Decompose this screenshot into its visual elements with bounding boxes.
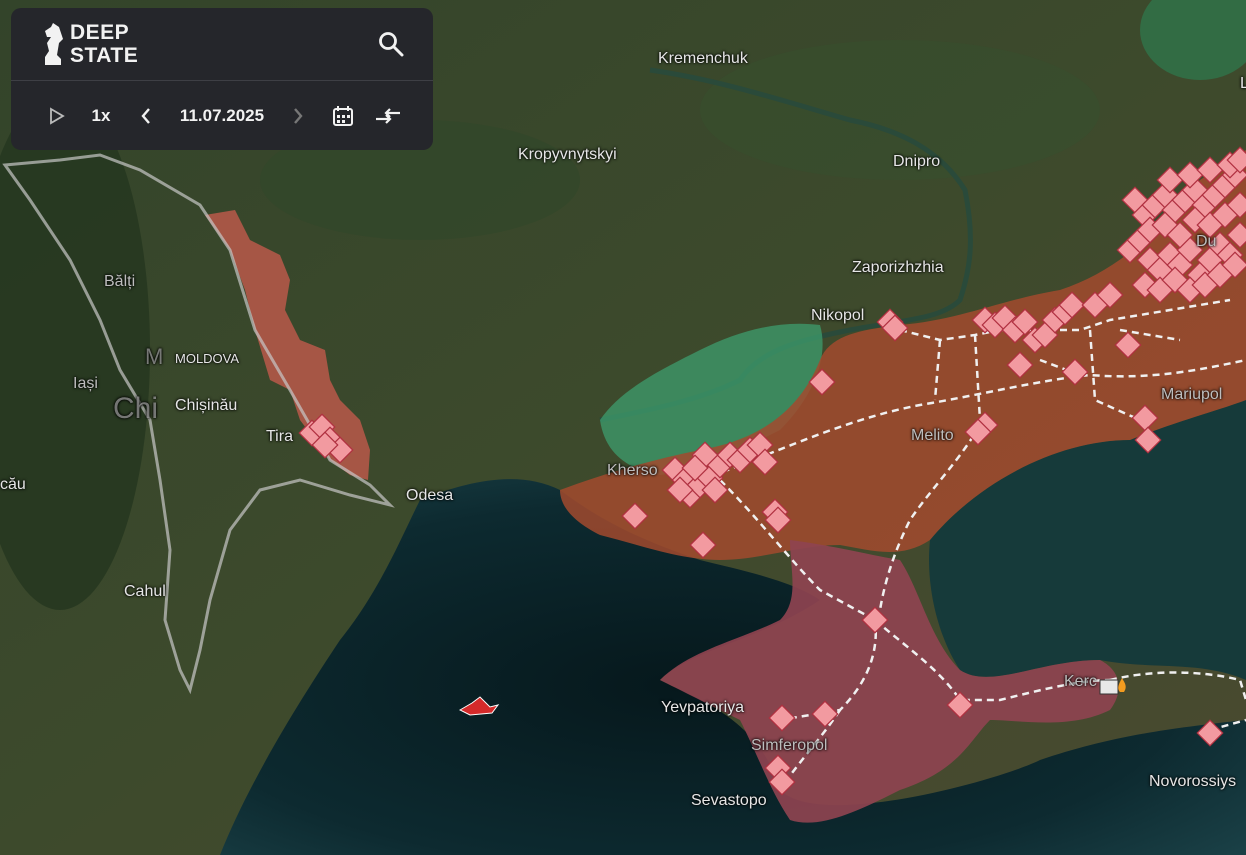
play-button[interactable] bbox=[45, 96, 69, 136]
city-label-yevpatoriya: Yevpatoriya bbox=[661, 699, 745, 716]
city-label-chi-large: Chi bbox=[113, 392, 159, 425]
compare-button[interactable] bbox=[373, 96, 403, 136]
city-label-chisinau: Chișinău bbox=[175, 397, 238, 414]
deepstate-logo[interactable]: DEEP STATE bbox=[70, 21, 138, 67]
city-label-kerch: Kerc bbox=[1064, 673, 1097, 690]
city-label-dnipro: Dnipro bbox=[893, 153, 941, 170]
logo-line-2: STATE bbox=[70, 44, 139, 67]
city-label-odesa: Odesa bbox=[406, 487, 454, 504]
chevron-right-icon bbox=[294, 108, 303, 124]
city-label-du: Du bbox=[1196, 233, 1217, 250]
logo-line-1: DEEP bbox=[70, 21, 130, 44]
country-label-moldova: MOLDOVA bbox=[175, 351, 240, 366]
city-label-nikopol: Nikopol bbox=[811, 307, 865, 324]
city-label-balti: Bălți bbox=[104, 273, 136, 290]
calendar-icon bbox=[333, 106, 353, 126]
timeline-controls: 1x 11.07.2025 bbox=[11, 96, 433, 136]
compare-arrows-icon bbox=[376, 108, 400, 124]
date-display[interactable]: 11.07.2025 bbox=[171, 96, 273, 136]
city-label-kropyvnytskyi: Kropyvnytskyi bbox=[518, 146, 617, 163]
city-label-kherson: Kherso bbox=[607, 462, 658, 479]
calendar-button[interactable] bbox=[329, 96, 357, 136]
chevron-left-icon bbox=[141, 108, 150, 124]
panel-header: DEEP STATE bbox=[11, 8, 433, 81]
speed-toggle[interactable]: 1x bbox=[85, 96, 117, 136]
fire-icon[interactable] bbox=[1099, 678, 1126, 695]
city-label-novorossiysk: Novorossiys bbox=[1149, 773, 1237, 790]
city-label-tiraspol: Tira bbox=[266, 428, 293, 445]
city-label-sevastopol: Sevastopo bbox=[691, 792, 767, 809]
control-panel: DEEP STATE 1x 11.07.2025 bbox=[11, 8, 433, 150]
city-label-mariupol: Mariupol bbox=[1161, 386, 1223, 403]
search-icon[interactable] bbox=[377, 30, 405, 58]
city-label-cahul: Cahul bbox=[124, 583, 166, 600]
play-icon bbox=[50, 107, 65, 125]
city-label-iasi: Iași bbox=[73, 375, 98, 392]
city-label-zaporizhzhia: Zaporizhzhia bbox=[852, 259, 944, 276]
city-label-simferopol: Simferopol bbox=[751, 737, 828, 754]
next-date-button[interactable] bbox=[287, 96, 309, 136]
prev-date-button[interactable] bbox=[135, 96, 157, 136]
city-label-melitopol: Melito bbox=[911, 427, 954, 444]
city-label-m-large: M bbox=[145, 344, 164, 369]
city-label-cau: cău bbox=[0, 476, 26, 493]
knight-logo-icon bbox=[45, 23, 63, 65]
city-label-kremenchuk: Kremenchuk bbox=[658, 50, 748, 67]
city-label-l-edge: L bbox=[1240, 75, 1246, 92]
